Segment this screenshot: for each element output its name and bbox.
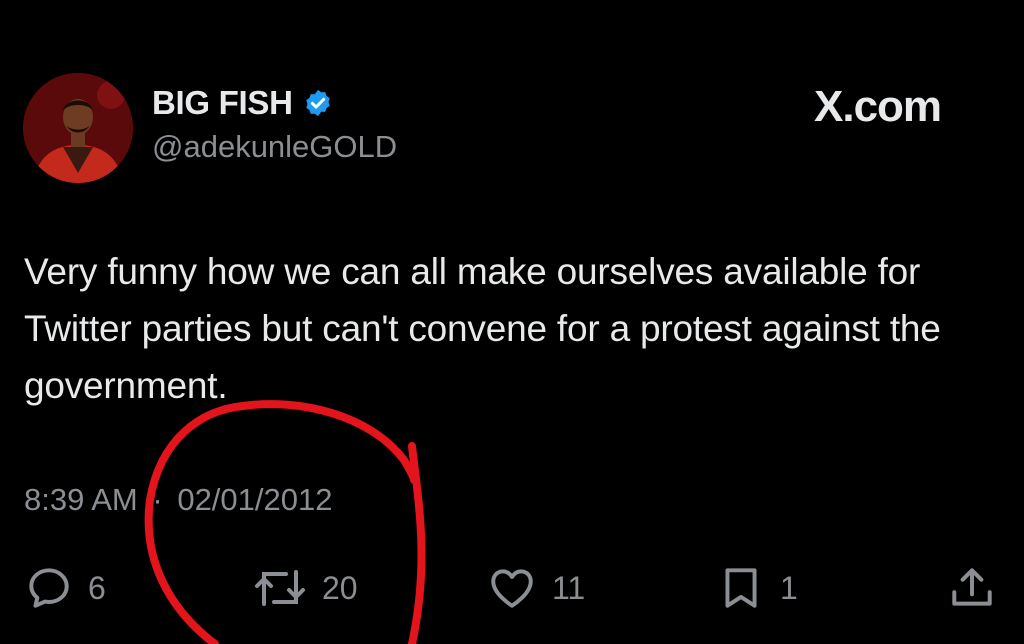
bookmark-count: 1	[780, 569, 798, 606]
bookmark-icon	[725, 568, 757, 608]
share-button[interactable]	[944, 560, 1000, 616]
tweet-timestamp[interactable]: 8:39 AM · 02/01/2012	[24, 482, 332, 518]
author-display-name[interactable]: BIG FISH	[152, 84, 333, 122]
avatar[interactable]	[23, 73, 133, 183]
repost-count: 20	[322, 569, 358, 606]
verified-badge-icon	[303, 88, 333, 118]
bookmark-button[interactable]: 1	[716, 560, 798, 616]
meta-separator: ·	[152, 482, 163, 517]
profile-photo	[23, 73, 133, 183]
reply-icon	[29, 568, 69, 608]
action-bar: 6 20 11 1	[0, 560, 1024, 620]
like-count: 11	[552, 569, 586, 606]
reply-count: 6	[88, 569, 106, 606]
repost-icon	[255, 570, 305, 606]
reply-button[interactable]: 6	[24, 560, 106, 616]
site-logo: X.com	[814, 82, 942, 131]
repost-button[interactable]: 20	[252, 560, 358, 616]
tweet-time: 8:39 AM	[24, 482, 138, 517]
share-icon	[952, 568, 992, 606]
tweet-date: 02/01/2012	[177, 482, 333, 517]
like-button[interactable]: 11	[486, 560, 585, 616]
display-name-text: BIG FISH	[152, 84, 293, 121]
author-handle[interactable]: @adekunleGOLD	[152, 129, 397, 165]
tweet-text: Very funny how we can all make ourselves…	[24, 251, 941, 406]
like-icon	[491, 569, 533, 608]
